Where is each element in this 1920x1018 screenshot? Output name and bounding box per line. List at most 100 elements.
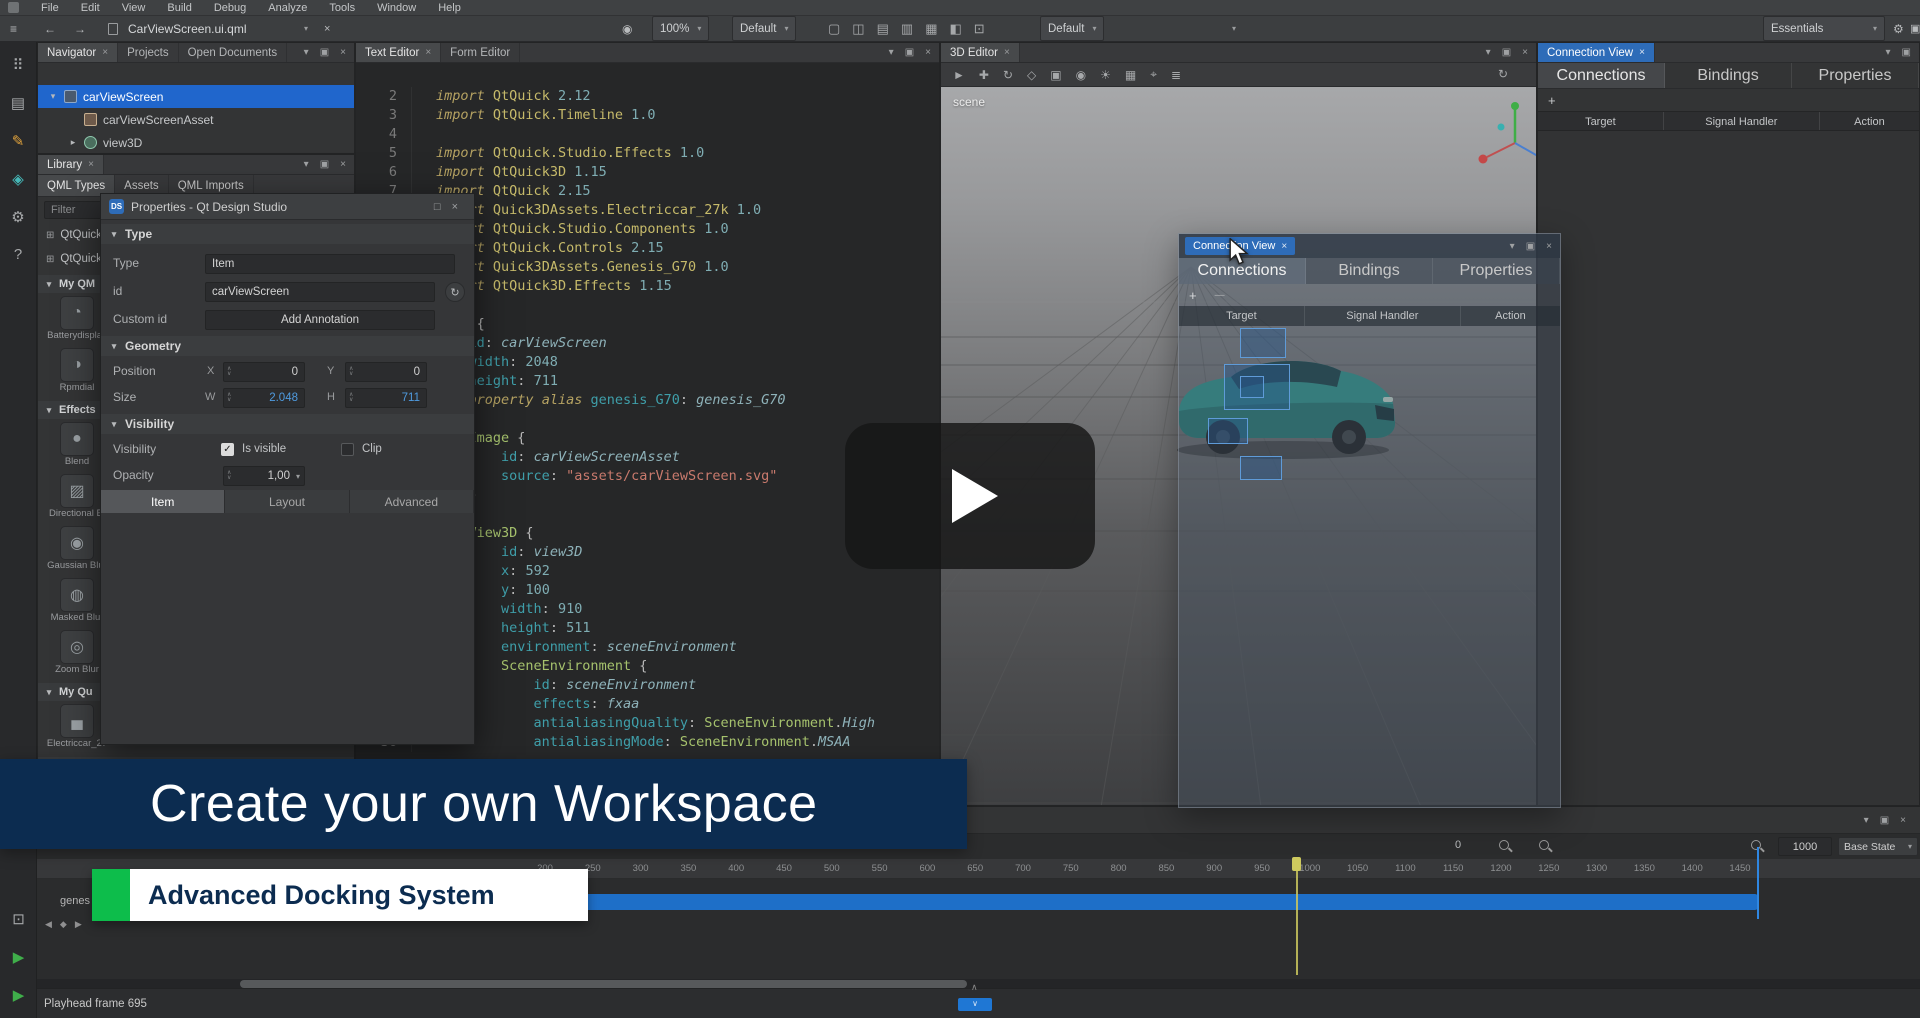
code-line[interactable]: 3import QtQuick.Timeline 1.0 [356,106,939,125]
feedback-icon[interactable]: ▣ [1910,16,1920,41]
menu-build[interactable]: Build [167,2,191,14]
keyframe-icon[interactable]: ◆ [60,919,67,930]
menu-window[interactable]: Window [377,2,416,14]
panel-close-icon[interactable]: × [925,47,931,58]
columns-layout-icon[interactable]: ▥ [901,21,913,37]
tab-bindings[interactable]: Bindings [1306,258,1433,284]
perspective-combo[interactable]: Essentials▾ [1763,16,1885,41]
state-combo[interactable]: Base State▾ [1838,837,1918,856]
document-dropdown-icon[interactable]: ▾ [304,16,308,41]
forward-icon[interactable]: → [74,16,86,41]
width-spinbox[interactable]: ∧∨2.048 [223,388,305,408]
style-combo[interactable]: Default▾ [732,16,796,41]
zoom-combo[interactable]: 100%▾ [652,16,709,41]
panel-dropdown-icon[interactable]: ▾ [1510,241,1515,252]
panel-float-icon[interactable]: ▣ [1902,47,1911,58]
close-icon[interactable]: × [1281,241,1287,252]
timeline-scrollbar-thumb[interactable] [240,980,967,988]
tab-properties[interactable]: Properties [1433,258,1560,284]
sidebar-toggle-icon[interactable]: ≡ [10,16,17,41]
maximize-icon[interactable]: □ [434,201,441,213]
design-mode-icon[interactable]: ✎ [12,132,25,150]
tab-layout[interactable]: Layout [225,490,349,513]
timeline-end-frame-input[interactable]: 1000 [1778,837,1832,856]
selection-box[interactable] [1208,418,1248,444]
rows-layout-icon[interactable]: ▤ [877,21,889,37]
camera-icon[interactable]: ▦ [1125,68,1136,82]
workspace-icon[interactable]: ▢ [828,21,840,37]
code-line[interactable]: 2import QtQuick 2.12 [356,87,939,106]
edit-mode-icon[interactable]: ▤ [11,94,25,112]
tools-mode-icon[interactable]: ⚙ [11,208,24,226]
scale-tool-icon[interactable]: ◇ [1027,68,1036,82]
next-keyframe-icon[interactable]: ▶ [75,919,82,930]
menu-debug[interactable]: Debug [214,2,246,14]
frame-icon[interactable]: ◧ [949,21,961,37]
visibility-section-header[interactable]: ▾Visibility [101,414,474,434]
add-connection-button[interactable]: + [1548,93,1556,108]
code-line[interactable]: 4 [356,125,939,144]
y-spinbox[interactable]: ∧∨0 [345,362,427,382]
menu-view[interactable]: View [122,2,146,14]
tab-properties[interactable]: Properties [1792,63,1919,88]
tab-open-documents[interactable]: Open Documents [179,43,288,62]
panel-close-icon[interactable]: × [1900,815,1906,826]
tab-library[interactable]: Library× [38,155,104,174]
panel-dropdown-icon[interactable]: ▾ [1486,47,1491,58]
panel-float-icon[interactable]: ▣ [1526,241,1535,252]
selection-box[interactable] [1240,376,1264,398]
panel-dropdown-icon[interactable]: ▾ [889,47,894,58]
navigator-item-carViewScreen[interactable]: ▾carViewScreen [38,85,354,108]
help-mode-icon[interactable]: ? [14,246,22,263]
geometry-section-header[interactable]: ▾Geometry [101,336,474,356]
zoom-in-icon[interactable] [1539,840,1549,850]
panel-close-icon[interactable]: × [1522,47,1528,58]
panel-dropdown-icon[interactable]: ▾ [1886,47,1891,58]
collapse-handle[interactable]: ∨ [958,998,992,1011]
light-icon[interactable]: ☀ [1100,68,1111,82]
reset-binding-icon[interactable]: ↻ [445,282,465,302]
panel-close-icon[interactable]: × [1546,241,1552,252]
tab-connections[interactable]: Connections [1538,63,1665,88]
axis-gizmo[interactable] [1463,97,1536,185]
panel-dropdown-icon[interactable]: ▾ [304,159,309,170]
tab-bindings[interactable]: Bindings [1665,63,1792,88]
grid-layout-icon[interactable]: ▦ [925,21,937,37]
panel-close-icon[interactable]: × [340,159,346,170]
expand-handle-icon[interactable]: ∧ [971,982,978,993]
close-document-icon[interactable]: × [324,16,330,41]
x-spinbox[interactable]: ∧∨0 [223,362,305,382]
timeline-track-label[interactable]: genes [60,895,90,907]
target-icon[interactable]: ⌖ [1150,67,1157,82]
move-tool-icon[interactable]: ✚ [979,68,989,82]
id-input[interactable]: carViewScreen [205,282,435,302]
tab-3d-editor[interactable]: 3D Editor× [941,43,1020,62]
panel-float-icon[interactable]: ▣ [905,47,914,58]
origin-icon[interactable]: ◉ [1076,68,1086,82]
settings-gear-icon[interactable]: ⚙ [1893,16,1904,41]
opacity-spinbox[interactable]: ∧∨1,00▾ [223,466,305,486]
run-preview-icon[interactable]: ◉ [622,16,632,41]
rotate-tool-icon[interactable]: ↻ [1003,68,1013,82]
tab-text-editor[interactable]: Text Editor× [356,43,441,62]
select-tool-icon[interactable]: ► [953,68,965,82]
selection-box[interactable] [1240,328,1286,358]
remove-connection-button[interactable]: — [1215,290,1225,301]
timeline-duration-bar[interactable] [560,894,1758,910]
floating-connection-view-panel[interactable]: Connection View× ▾▣× ConnectionsBindings… [1178,233,1561,808]
zoom-fit-icon[interactable] [1751,840,1761,850]
split-view-icon[interactable]: ◫ [852,21,864,37]
is-visible-checkbox[interactable]: ✓ [221,443,234,456]
type-field[interactable]: Item [205,254,455,274]
height-spinbox[interactable]: ∧∨711 [345,388,427,408]
panel-float-icon[interactable]: ▣ [1502,47,1511,58]
type-section-header[interactable]: ▾Type [101,224,474,244]
back-icon[interactable]: ← [44,16,56,41]
connection-table-body[interactable] [1538,131,1919,805]
navigator-item-view3D[interactable]: ▸view3D [38,131,354,154]
welcome-mode-icon[interactable]: ⠿ [13,56,24,74]
panel-close-icon[interactable]: × [340,47,346,58]
panel-dropdown-icon[interactable]: ▾ [304,47,309,58]
run-debug-button[interactable]: ▶ [13,986,25,1004]
menu-analyze[interactable]: Analyze [268,2,307,14]
